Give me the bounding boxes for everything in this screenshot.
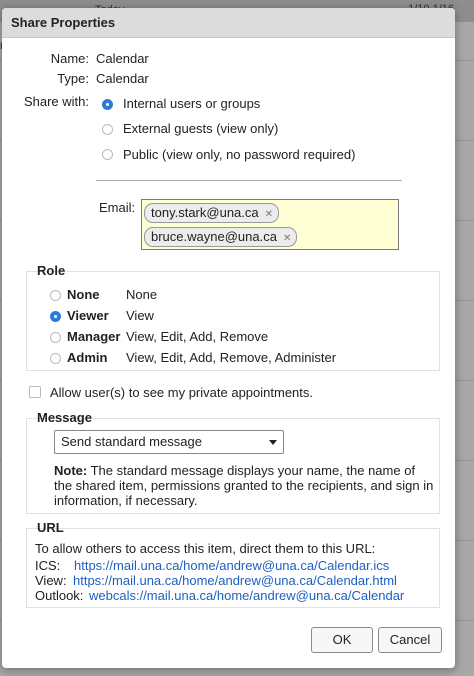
role-name: Viewer xyxy=(67,308,109,323)
radio-role-viewer[interactable] xyxy=(50,311,61,322)
share-with-label: Share with: xyxy=(23,94,89,109)
name-label: Name: xyxy=(50,51,89,66)
message-select[interactable]: Send standard message xyxy=(54,430,284,454)
message-title: Message xyxy=(37,410,92,425)
role-desc: View, Edit, Add, Remove xyxy=(126,329,269,344)
ok-button[interactable]: OK xyxy=(311,627,373,653)
view-label: View: xyxy=(35,573,67,588)
share-properties-dialog: Share Properties Name: Calendar Type: Ca… xyxy=(2,8,455,668)
note-label: Note: xyxy=(54,463,88,478)
share-option-label: External guests (view only) xyxy=(123,121,279,136)
role-desc: None xyxy=(126,287,158,302)
share-option-label: Internal users or groups xyxy=(123,96,261,111)
role-title: Role xyxy=(37,263,66,278)
email-chip[interactable]: bruce.wayne@una.ca ✕ xyxy=(144,227,298,247)
email-label: Email: xyxy=(99,200,136,215)
chevron-down-icon xyxy=(269,440,277,445)
email-chip[interactable]: tony.stark@una.ca ✕ xyxy=(144,203,280,223)
email-input[interactable]: tony.stark@una.ca ✕ bruce.wayne@una.ca ✕ xyxy=(141,199,399,250)
view-link[interactable]: https://mail.una.ca/home/andrew@una.ca/C… xyxy=(73,573,397,588)
remove-chip-icon[interactable]: ✕ xyxy=(283,233,291,244)
radio-role-none[interactable] xyxy=(50,290,61,301)
radio-external[interactable] xyxy=(102,124,113,135)
radio-public[interactable] xyxy=(102,149,113,160)
dialog-title[interactable]: Share Properties xyxy=(2,8,455,38)
role-name: Admin xyxy=(67,350,108,365)
radio-role-manager[interactable] xyxy=(50,332,61,343)
remove-chip-icon[interactable]: ✕ xyxy=(265,209,273,220)
type-value: Calendar xyxy=(96,71,149,86)
note-text: The standard message displays your name,… xyxy=(54,463,434,508)
cancel-button[interactable]: Cancel xyxy=(378,627,442,653)
email-chip-text: tony.stark@una.ca xyxy=(151,205,259,220)
role-name: None xyxy=(67,287,100,302)
role-name: Manager xyxy=(67,329,121,344)
ics-link[interactable]: https://mail.una.ca/home/andrew@una.ca/C… xyxy=(74,558,389,573)
name-value: Calendar xyxy=(96,51,149,66)
private-appointments-checkbox[interactable] xyxy=(29,386,41,398)
url-title: URL xyxy=(37,520,64,535)
radio-internal[interactable] xyxy=(102,99,113,110)
message-note: Note: The standard message displays your… xyxy=(54,463,434,508)
outlook-link[interactable]: webcals://mail.una.ca/home/andrew@una.ca… xyxy=(89,588,404,603)
email-chip-text: bruce.wayne@una.ca xyxy=(151,229,277,244)
url-intro: To allow others to access this item, dir… xyxy=(35,541,376,556)
share-option-label: Public (view only, no password required) xyxy=(123,147,356,162)
role-desc: View, Edit, Add, Remove, Administer xyxy=(126,350,337,365)
ics-label: ICS: xyxy=(35,558,61,573)
role-desc: View xyxy=(126,308,154,323)
message-select-value: Send standard message xyxy=(61,434,202,449)
type-label: Type: xyxy=(57,71,89,86)
private-appointments-label: Allow user(s) to see my private appointm… xyxy=(50,385,313,400)
outlook-label: Outlook: xyxy=(35,588,84,603)
radio-role-admin[interactable] xyxy=(50,353,61,364)
divider xyxy=(96,180,402,181)
